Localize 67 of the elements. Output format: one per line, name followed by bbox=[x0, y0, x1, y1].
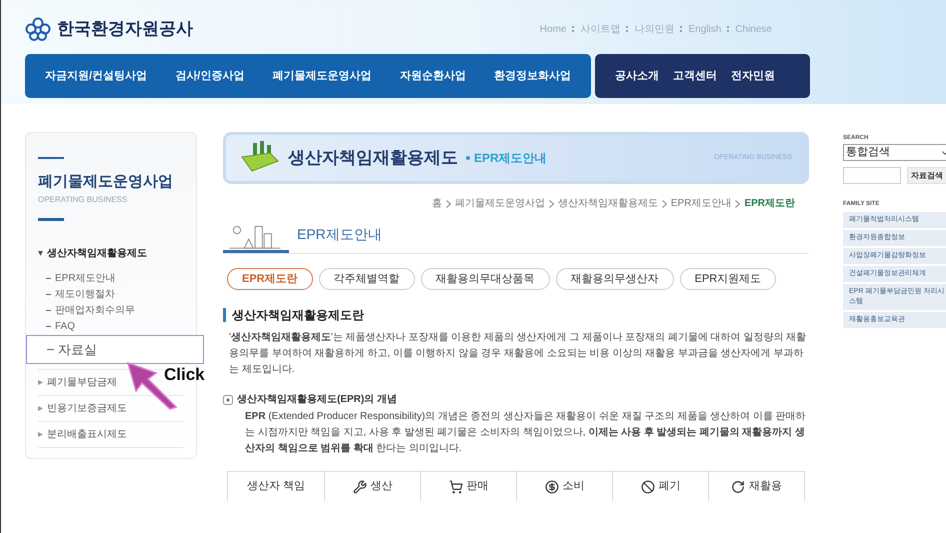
table-header-cell: 판매 bbox=[420, 472, 516, 501]
search-select[interactable]: 통합검색 bbox=[843, 144, 946, 161]
nav-link[interactable]: 공사소개 bbox=[615, 68, 659, 84]
tab[interactable]: 재활용의무생산자 bbox=[556, 268, 674, 290]
sidebar-subtitle: OPERATING BUSINESS bbox=[38, 194, 128, 206]
sidebar-item[interactable]: 자료실 bbox=[26, 334, 204, 364]
intro-paragraph: '생산자책임재활용제도'는 제품생산자나 포장재를 이용한 제품의 생산자에게 그 제품이나 포장재의 폐기물에 대하여 일정량의 재활용의무를 부여하여 재활용하게 하고, 이를 이행하지 않을 경우 재활용에 소요되는 비용 이상의 재활용 부과금을 생산자에게 부과하는 제도입니다. bbox=[228, 331, 808, 377]
concept-paragraph: EPR (Extended Producer Responsibility)의 개념은 종전의 생산자들은 재활용이 쉬운 재질 구조의 제품을 생산하여 이를 판매하는 시점까지만 책임을 지고, 사용 후 발생된 폐기물은 소비자의 책임이었으나, 이제는 사용 후 발생되는 폐기물의 재활용까지 생산자의 책임으로 범위를 확대 한다는 의미입니다. bbox=[244, 410, 807, 456]
nav-link[interactable]: 고객센터 bbox=[673, 68, 717, 84]
bullet-dot-icon bbox=[466, 156, 470, 160]
chevron-right-icon bbox=[446, 200, 451, 208]
sidebar-section[interactable]: 빈용기보증금제도 bbox=[38, 401, 127, 416]
logo-text: 한국환경자원공사 bbox=[57, 18, 193, 40]
separator-icon bbox=[680, 26, 682, 32]
table-header-cell: 소비 bbox=[516, 472, 612, 501]
sidebar-item[interactable]: 제도이행절차 bbox=[46, 286, 184, 302]
logo-icon bbox=[25, 17, 51, 41]
sidebar-item[interactable]: 판매업자회수의무 bbox=[46, 302, 184, 318]
sidebar-item[interactable]: EPR제도안내 bbox=[46, 270, 184, 286]
caret-down-icon bbox=[38, 250, 43, 256]
banner-title: 생산자책임재활용제도 bbox=[288, 147, 458, 170]
tab[interactable]: 각주체별역할 bbox=[318, 268, 415, 290]
rotate-icon bbox=[731, 480, 745, 494]
nav-link[interactable]: 환경정보화사업 bbox=[494, 68, 571, 84]
nav-link[interactable]: 폐기물제도운영사업 bbox=[272, 68, 372, 84]
caret-right-icon bbox=[38, 406, 43, 411]
banner-subtitle: EPR제도안내 bbox=[474, 150, 547, 167]
sidebar-section[interactable]: 분리배출표시제도 bbox=[38, 427, 127, 442]
breadcrumb-link[interactable]: 홈 bbox=[432, 196, 442, 211]
separator-icon bbox=[727, 26, 730, 32]
nav-link[interactable]: 자원순환사업 bbox=[400, 68, 466, 84]
table-header-cell-text: 생산자 책임 bbox=[246, 479, 306, 494]
cart-icon bbox=[448, 480, 462, 494]
content-heading: 생산자책임재활용제도란 bbox=[232, 307, 364, 324]
table-header-cell: 폐기 bbox=[612, 472, 708, 501]
chevron-right-icon bbox=[662, 200, 667, 208]
click-annotation: Click bbox=[164, 364, 205, 386]
nav-link[interactable]: 자금지원/컨설팅사업 bbox=[45, 68, 148, 84]
nav-link[interactable]: 검사/인증사업 bbox=[175, 68, 244, 84]
sidebar-item[interactable]: FAQ bbox=[46, 318, 184, 334]
sidebar-title: 폐기물제도운영사업 bbox=[38, 172, 174, 192]
bullet-icon bbox=[223, 394, 233, 404]
subheading: 생산자책임재활용제도(EPR)의 개념 bbox=[237, 393, 397, 407]
wrench-icon bbox=[352, 480, 366, 494]
table-header-cell: 재활용 bbox=[708, 472, 804, 501]
ban-icon bbox=[640, 480, 654, 494]
chevron-right-icon bbox=[548, 200, 554, 208]
breadcrumb-link[interactable]: EPR제도안내 bbox=[670, 196, 732, 211]
sidebar-section[interactable]: 생산자책임재활용제도 bbox=[38, 246, 147, 260]
search-field[interactable] bbox=[843, 167, 901, 184]
nav-link[interactable]: 전자민원 bbox=[731, 68, 775, 84]
chevron-right-icon bbox=[735, 200, 740, 208]
separator-icon bbox=[572, 26, 574, 32]
breadcrumb-link[interactable]: 생산자책임재활용제도 bbox=[558, 196, 658, 211]
section-title: EPR제도안내 bbox=[297, 225, 382, 244]
table-header-cell: 생산 bbox=[324, 472, 420, 501]
tab[interactable]: EPR제도란 bbox=[227, 268, 313, 290]
breadcrumb-link[interactable]: EPR제도란 bbox=[744, 196, 795, 211]
tab[interactable]: 재활용의무대상품목 bbox=[420, 268, 550, 290]
coin-icon bbox=[544, 480, 558, 494]
separator-icon bbox=[626, 26, 628, 32]
tab[interactable]: EPR지원제도 bbox=[680, 268, 776, 290]
search-button[interactable]: 자료검색 bbox=[907, 167, 946, 184]
caret-right-icon bbox=[38, 380, 43, 385]
sidebar-section[interactable]: 폐기물부담금제 bbox=[38, 375, 117, 390]
breadcrumb-link[interactable]: 폐기물제도운영사업 bbox=[454, 196, 545, 211]
caret-right-icon bbox=[38, 432, 43, 437]
